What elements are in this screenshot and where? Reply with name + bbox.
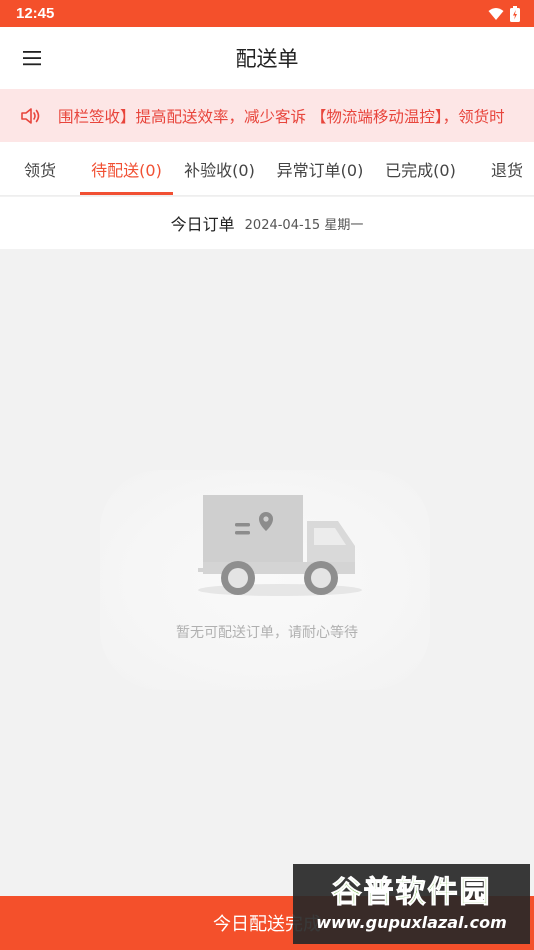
- tab-supplementary-check[interactable]: 补验收(0): [173, 142, 266, 196]
- tab-completed[interactable]: 已完成(0): [374, 142, 467, 196]
- wifi-icon: [488, 7, 504, 20]
- page-title: 配送单: [235, 47, 299, 71]
- status-bar: 12:45: [0, 0, 534, 27]
- order-tabs: 领货 待配送(0) 补验收(0) 异常订单(0) 已完成(0) 退货: [0, 142, 534, 196]
- speaker-icon: [20, 107, 50, 125]
- app-bar: 配送单: [0, 27, 534, 89]
- date-row: 今日订单 2024-04-15 星期一: [0, 197, 534, 249]
- today-orders-label: 今日订单: [170, 215, 235, 234]
- order-list-area: 暂无可配送订单，请耐心等待: [0, 250, 534, 896]
- tab-pending-delivery[interactable]: 待配送(0): [80, 142, 173, 196]
- delivery-truck-icon: [198, 495, 362, 596]
- menu-button[interactable]: [14, 40, 50, 76]
- tab-returns[interactable]: 退货: [467, 142, 534, 196]
- watermark: 谷普软件园 www.gupuxlazal.com: [293, 864, 530, 944]
- watermark-url: www.gupuxlazal.com: [316, 913, 507, 932]
- tab-abnormal-orders[interactable]: 异常订单(0): [266, 142, 374, 196]
- status-time: 12:45: [16, 5, 55, 22]
- notice-text: 围栏签收】提高配送效率，减少客诉 【物流端移动温控】，领货时: [58, 107, 505, 126]
- notice-bar[interactable]: 围栏签收】提高配送效率，减少客诉 【物流端移动温控】，领货时: [0, 89, 534, 142]
- today-date: 2024-04-15 星期一: [244, 217, 364, 233]
- battery-icon: [510, 5, 520, 22]
- active-tab-indicator: [80, 192, 173, 195]
- tab-receive[interactable]: 领货: [0, 142, 80, 196]
- watermark-title: 谷普软件园: [331, 875, 492, 911]
- status-icons: [488, 5, 520, 22]
- empty-state-message: 暂无可配送订单，请耐心等待: [176, 625, 358, 641]
- hamburger-menu-icon: [23, 51, 41, 66]
